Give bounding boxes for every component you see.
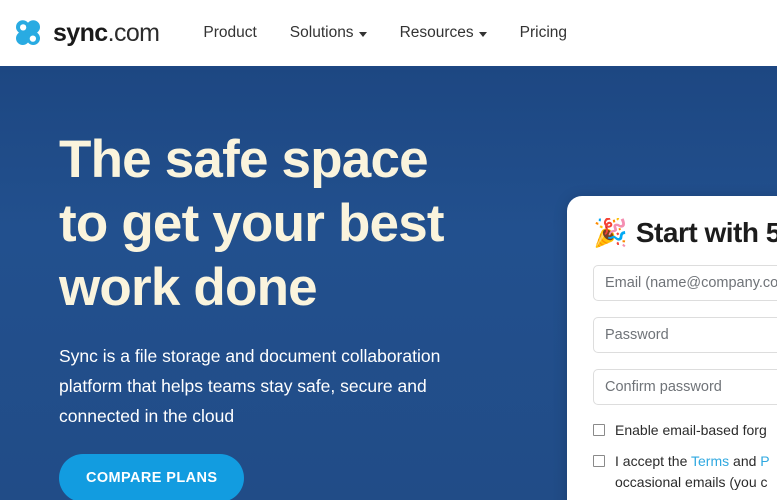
terms-link[interactable]: Terms <box>691 453 729 469</box>
primary-nav: Product Solutions Resources Pricing <box>203 24 567 42</box>
terms-line-2-text: occasional emails (you c <box>615 473 768 490</box>
privacy-policy-link[interactable]: P <box>760 453 769 469</box>
party-popper-icon: 🎉 <box>593 218 628 249</box>
nav-item-resources[interactable]: Resources <box>400 24 487 42</box>
signup-card-header: 🎉 Start with 5 <box>593 218 777 249</box>
chevron-down-icon <box>478 32 487 37</box>
enable-email-recovery-checkbox[interactable] <box>593 423 605 436</box>
terms-prefix-text: I accept the <box>615 452 692 469</box>
nav-item-product-label: Product <box>203 24 257 41</box>
enable-email-recovery-row[interactable]: Enable email-based forg <box>593 420 777 441</box>
top-navigation-bar: sync .com Product Solutions Resources Pri… <box>0 0 777 66</box>
nav-item-resources-label: Resources <box>399 24 474 41</box>
accept-terms-checkbox[interactable] <box>593 454 605 467</box>
nav-item-solutions[interactable]: Solutions <box>290 24 367 42</box>
signup-card-title: Start with 5 <box>635 218 777 248</box>
compare-plans-button[interactable]: COMPARE PLANS <box>59 454 245 500</box>
brand-name-com: .com <box>107 18 160 47</box>
sync-clover-icon <box>16 20 40 45</box>
brand-name-sync: sync <box>53 18 108 47</box>
nav-item-product[interactable]: Product <box>203 24 256 42</box>
brand-wordmark: sync .com <box>53 18 160 47</box>
signup-card: 🎉 Start with 5 Enable email-based forg I… <box>567 196 777 500</box>
nav-link-list: Product Solutions Resources Pricing <box>203 24 567 42</box>
nav-item-solutions-label: Solutions <box>289 24 354 41</box>
headline-line-3: work done <box>59 258 318 317</box>
terms-mid-text: and <box>729 452 761 469</box>
headline-line-2: to get your best <box>59 194 445 253</box>
accept-terms-row[interactable]: I accept the Terms and Poccasional email… <box>593 451 777 493</box>
hero-section: The safe space to get your best work don… <box>0 66 777 500</box>
page-title: The safe space to get your best work don… <box>59 128 539 320</box>
email-field[interactable] <box>593 264 777 301</box>
enable-email-recovery-label: Enable email-based forg <box>615 421 767 438</box>
confirm-password-field[interactable] <box>593 368 777 405</box>
accept-terms-label: I accept the Terms and Poccasional email… <box>615 451 770 493</box>
headline-line-1: The safe space <box>59 130 429 189</box>
hero-subheading: Sync is a file storage and document coll… <box>59 346 441 426</box>
nav-item-pricing[interactable]: Pricing <box>520 24 567 42</box>
password-field[interactable] <box>593 316 777 353</box>
sync-logo-link[interactable]: sync .com <box>10 15 160 51</box>
chevron-down-icon <box>358 32 367 37</box>
hero-copy-block: The safe space to get your best work don… <box>59 128 539 500</box>
nav-item-pricing-label: Pricing <box>519 24 568 41</box>
